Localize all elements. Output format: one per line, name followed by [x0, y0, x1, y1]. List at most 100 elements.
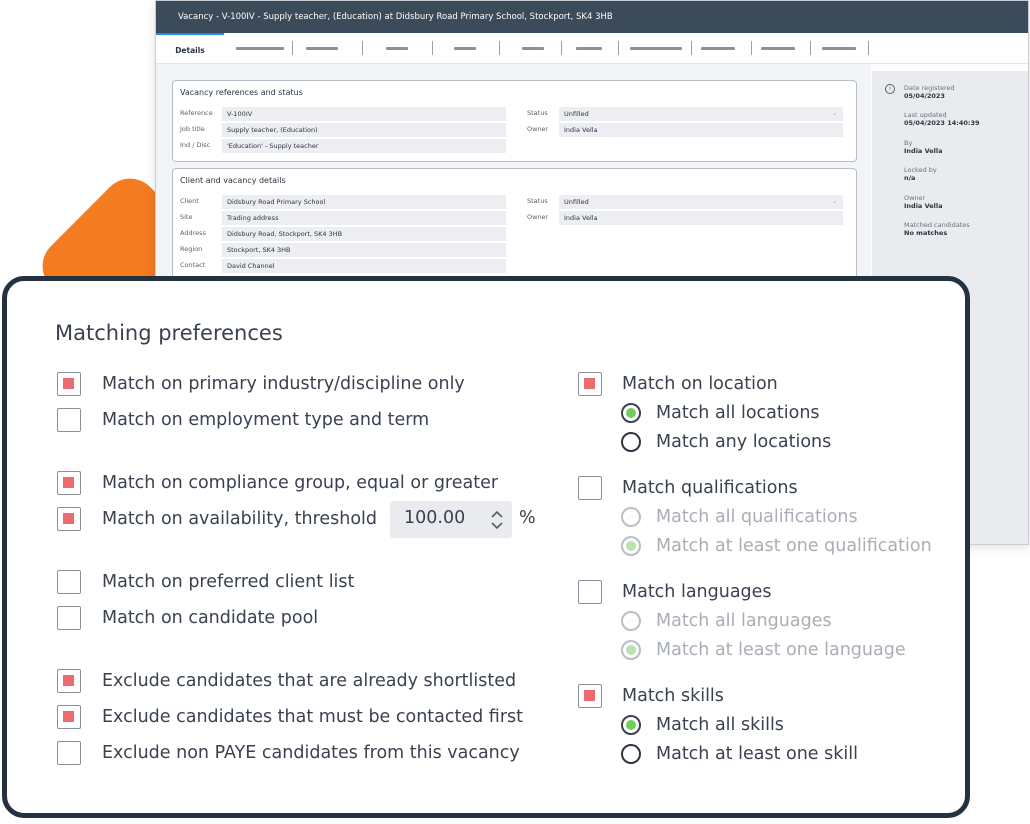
tab-details[interactable]: Details: [156, 33, 224, 63]
tab-separator: [751, 41, 752, 55]
match-all-languages-radio[interactable]: [621, 611, 641, 631]
updated-by: By India Vella: [904, 139, 943, 155]
tab-separator: [292, 41, 293, 55]
matched-candidates: Matched candidates No matches: [904, 221, 970, 237]
match-one-skill-radio[interactable]: [621, 744, 641, 764]
threshold-value: 100.00: [404, 508, 466, 528]
threshold-stepper[interactable]: 100.00: [390, 501, 512, 538]
contact-field[interactable]: David Channel: [222, 259, 506, 273]
owner-field[interactable]: India Vella: [559, 123, 843, 137]
side-value: India Vella: [904, 147, 943, 155]
tab-separator: [432, 41, 433, 55]
client-field[interactable]: Didsbury Road Primary School: [222, 195, 506, 209]
option-label: Match on preferred client list: [102, 572, 355, 592]
option-label: Match qualifications: [622, 478, 798, 498]
radio-label: Match any locations: [656, 432, 832, 452]
option-label: Match skills: [622, 686, 724, 706]
client-vacancy-section: Client and vacancy details Client Didsbu…: [172, 168, 857, 290]
compliance-group-checkbox[interactable]: [57, 471, 81, 495]
tab-placeholder[interactable]: [522, 47, 544, 50]
option-label: Match on employment type and term: [102, 410, 430, 430]
field-label: Ind / Disc: [180, 141, 211, 149]
exclude-shortlisted-checkbox[interactable]: [57, 669, 81, 693]
radio-label: Match at least one skill: [656, 744, 858, 764]
match-all-skills-radio[interactable]: [621, 715, 641, 735]
option-label: Match on candidate pool: [102, 608, 319, 628]
match-any-locations-radio[interactable]: [621, 432, 641, 452]
field-label: Owner: [527, 125, 549, 133]
tab-separator: [691, 41, 692, 55]
spinner-arrows-icon[interactable]: [490, 509, 504, 531]
threshold-unit: %: [519, 508, 536, 528]
radio-label: Match all qualifications: [656, 507, 858, 527]
tab-separator: [810, 41, 811, 55]
match-one-language-radio[interactable]: [621, 640, 641, 660]
status-value: Unfilled: [564, 110, 589, 118]
tab-bar: Details: [156, 33, 1028, 64]
side-label: By: [904, 139, 913, 147]
info-icon: ›: [885, 84, 895, 94]
locked-by: Locked by n/a: [904, 166, 937, 182]
last-updated: Last updated 05/04/2023 14:40:39: [904, 111, 980, 127]
side-value: 05/04/2023: [904, 92, 945, 100]
tab-placeholder[interactable]: [701, 47, 735, 50]
exclude-contact-first-checkbox[interactable]: [57, 705, 81, 729]
tab-separator: [868, 41, 869, 55]
reference-field[interactable]: V-100IV: [222, 107, 506, 121]
field-label: Region: [180, 245, 203, 253]
preferred-client-checkbox[interactable]: [57, 570, 81, 594]
side-value: 05/04/2023 14:40:39: [904, 119, 980, 127]
match-one-qualification-radio[interactable]: [621, 536, 641, 556]
tab-placeholder[interactable]: [236, 47, 284, 50]
tab-separator: [362, 41, 363, 55]
skills-checkbox[interactable]: [578, 684, 602, 708]
tab-placeholder[interactable]: [306, 47, 338, 50]
tab-placeholder[interactable]: [386, 47, 408, 50]
owner-field[interactable]: India Vella: [559, 211, 843, 225]
option-label: Exclude non PAYE candidates from this va…: [102, 743, 520, 763]
side-label: Date registered: [904, 84, 955, 92]
status-select[interactable]: Unfilled ⌄: [559, 107, 843, 121]
section-title: Client and vacancy details: [180, 176, 286, 185]
side-value: n/a: [904, 174, 916, 182]
tab-placeholder[interactable]: [761, 47, 795, 50]
tab-placeholder[interactable]: [454, 47, 476, 50]
exclude-non-paye-checkbox[interactable]: [57, 741, 81, 765]
status-value: Unfilled: [564, 198, 589, 206]
chevron-down-icon: ⌄: [831, 198, 837, 205]
option-label: Match on availability, threshold: [102, 509, 378, 529]
matching-preferences-card: Matching preferences Match on primary in…: [2, 276, 970, 818]
address-field[interactable]: Didsbury Road, Stockport, SK4 3HB: [222, 227, 506, 241]
field-label: Status: [527, 197, 548, 205]
industry-discipline-field[interactable]: 'Education' - Supply teacher: [222, 139, 506, 153]
side-value: India Vella: [904, 202, 943, 210]
qualifications-checkbox[interactable]: [578, 476, 602, 500]
option-label: Match on compliance group, equal or grea…: [102, 473, 499, 493]
tab-separator: [561, 41, 562, 55]
tab-placeholder[interactable]: [576, 47, 602, 50]
field-label: Address: [180, 229, 206, 237]
field-label: Reference: [180, 109, 213, 117]
candidate-pool-checkbox[interactable]: [57, 606, 81, 630]
tab-separator: [499, 41, 500, 55]
status-select[interactable]: Unfilled ⌄: [559, 195, 843, 209]
radio-label: Match at least one language: [656, 640, 906, 660]
tab-placeholder[interactable]: [822, 47, 856, 50]
site-field[interactable]: Trading address: [222, 211, 506, 225]
tab-placeholder[interactable]: [630, 47, 682, 50]
region-field[interactable]: Stockport, SK4 3HB: [222, 243, 506, 257]
match-all-qualifications-radio[interactable]: [621, 507, 641, 527]
chevron-down-icon: ⌄: [831, 110, 837, 117]
employment-type-checkbox[interactable]: [57, 408, 81, 432]
match-all-locations-radio[interactable]: [621, 403, 641, 423]
availability-checkbox[interactable]: [57, 507, 81, 531]
primary-industry-checkbox[interactable]: [57, 372, 81, 396]
side-label: Owner: [904, 194, 926, 202]
location-checkbox[interactable]: [578, 372, 602, 396]
tab-separator: [618, 41, 619, 55]
field-label: Site: [180, 213, 193, 221]
languages-checkbox[interactable]: [578, 580, 602, 604]
job-title-field[interactable]: Supply teacher, (Education): [222, 123, 506, 137]
radio-label: Match all skills: [656, 715, 784, 735]
vacancy-references-section: Vacancy references and status Reference …: [172, 80, 857, 162]
